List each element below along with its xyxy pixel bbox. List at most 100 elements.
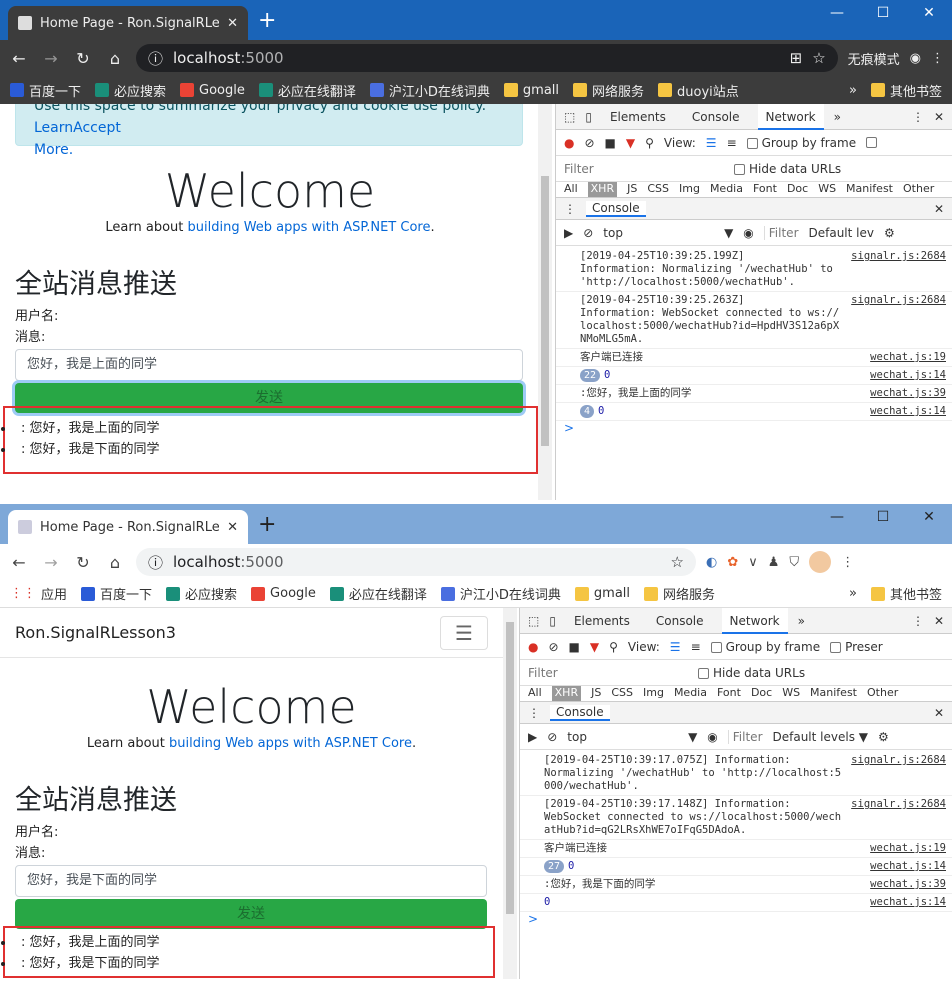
browser-tab[interactable]: Home Page - Ron.SignalRLesson3 ✕: [8, 510, 248, 544]
bookmark-apps[interactable]: ⋮⋮ 应用: [10, 584, 67, 603]
hide-data-urls[interactable]: Hide data URLs: [734, 162, 841, 176]
translate-icon[interactable]: ⊞: [790, 49, 803, 67]
bookmark-item[interactable]: 必应搜索: [166, 584, 237, 603]
bookmark-item[interactable]: duoyi站点: [658, 81, 739, 100]
minimize-button[interactable]: —: [814, 504, 860, 530]
clear-icon[interactable]: ⊘: [584, 136, 594, 150]
hamburger-menu-icon[interactable]: ☰: [440, 615, 488, 650]
filter-type-all[interactable]: All: [564, 182, 578, 197]
other-bookmarks[interactable]: 其他书签: [870, 584, 942, 603]
kebab-icon[interactable]: ⋮: [912, 110, 924, 124]
hide-data-urls[interactable]: Hide data URLs: [698, 666, 805, 680]
message-input[interactable]: 您好，我是上面的同学: [15, 349, 523, 381]
reload-icon[interactable]: ↻: [72, 49, 94, 68]
back-icon[interactable]: ←: [8, 553, 30, 572]
record-icon[interactable]: ●: [564, 136, 574, 150]
info-icon[interactable]: ⓘ: [148, 48, 163, 69]
log-source-link[interactable]: wechat.js:19: [870, 842, 946, 855]
log-source-link[interactable]: wechat.js:14: [870, 369, 946, 382]
aspnet-link[interactable]: building Web apps with ASP.NET Core: [188, 220, 431, 235]
filter-type-media[interactable]: Media: [674, 686, 707, 701]
bookmark-item[interactable]: 必应搜索: [95, 81, 166, 100]
clear-icon[interactable]: ⊘: [548, 640, 558, 654]
chevron-right-icon[interactable]: »: [849, 83, 857, 98]
drawer-menu-icon[interactable]: ⋮: [564, 202, 576, 216]
console-prompt[interactable]: >: [556, 421, 952, 435]
tab-elements[interactable]: Elements: [602, 104, 674, 130]
levels-select[interactable]: Default levels ▼: [773, 730, 869, 744]
log-source-link[interactable]: signalr.js:2684: [851, 250, 946, 289]
omnibox[interactable]: ⓘ localhost:5000 ☆: [136, 548, 696, 576]
waterfall-icon[interactable]: ≡: [691, 640, 701, 654]
filter-type-img[interactable]: Img: [643, 686, 664, 701]
send-button[interactable]: 发送: [15, 899, 487, 929]
other-bookmarks[interactable]: 其他书签: [870, 81, 942, 100]
avatar[interactable]: [809, 551, 832, 573]
log-source-link[interactable]: signalr.js:2684: [851, 754, 946, 793]
bookmark-item[interactable]: 网络服务: [644, 584, 715, 603]
preserve-log[interactable]: Preser: [830, 640, 883, 654]
search-icon[interactable]: ⚲: [645, 136, 654, 150]
maximize-button[interactable]: ☐: [860, 504, 906, 530]
tab-console-drawer[interactable]: Console: [550, 704, 610, 721]
bookmark-item[interactable]: 必应在线翻译: [329, 584, 427, 603]
filter-type-all[interactable]: All: [528, 686, 542, 701]
list-view-icon[interactable]: ☰: [706, 136, 717, 150]
preserve-log-checkbox[interactable]: [866, 137, 878, 148]
sidebar-icon[interactable]: ▶: [564, 226, 573, 240]
menu-icon[interactable]: ⋮: [841, 555, 854, 570]
reload-icon[interactable]: ↻: [72, 553, 94, 572]
filter-type-manifest[interactable]: Manifest: [810, 686, 857, 701]
device-icon[interactable]: ▯: [549, 614, 556, 628]
close-tab-icon[interactable]: ✕: [227, 16, 238, 31]
filter-type-img[interactable]: Img: [679, 182, 700, 197]
aspnet-link[interactable]: building Web apps with ASP.NET Core: [169, 736, 412, 751]
bookmark-item[interactable]: 必应在线翻译: [258, 81, 356, 100]
settings-icon[interactable]: ⚙: [884, 226, 895, 240]
info-icon[interactable]: ⓘ: [148, 552, 163, 573]
filter-type-media[interactable]: Media: [710, 182, 743, 197]
filter-icon[interactable]: ▼: [590, 640, 599, 654]
group-by-frame[interactable]: Group by frame: [710, 640, 820, 654]
filter-icon[interactable]: ▼: [626, 136, 635, 150]
clear-console-icon[interactable]: ⊘: [583, 226, 593, 240]
console-prompt[interactable]: >: [520, 912, 952, 926]
tab-console[interactable]: Console: [684, 104, 748, 130]
filter-type-other[interactable]: Other: [867, 686, 898, 701]
more-link[interactable]: More.: [34, 142, 73, 158]
filter-type-doc[interactable]: Doc: [751, 686, 772, 701]
log-source-link[interactable]: signalr.js:2684: [851, 798, 946, 837]
filter-type-doc[interactable]: Doc: [787, 182, 808, 197]
close-drawer-icon[interactable]: ✕: [934, 202, 944, 216]
filter-type-xhr[interactable]: XHR: [587, 182, 618, 197]
learn-link[interactable]: Learn: [34, 120, 73, 136]
filter-type-manifest[interactable]: Manifest: [846, 182, 893, 197]
camera-icon[interactable]: ■: [605, 136, 616, 150]
forward-icon[interactable]: →: [40, 49, 62, 68]
clear-console-icon[interactable]: ⊘: [547, 730, 557, 744]
bookmark-item[interactable]: 沪江小D在线词典: [369, 81, 490, 100]
filter-type-js[interactable]: JS: [627, 182, 637, 197]
bookmark-item[interactable]: gmall: [574, 586, 630, 601]
log-source-link[interactable]: wechat.js:39: [870, 387, 946, 400]
group-by-frame[interactable]: Group by frame: [746, 136, 856, 150]
more-tabs-icon[interactable]: »: [798, 614, 805, 628]
page-scrollbar[interactable]: [538, 104, 552, 500]
filter-type-other[interactable]: Other: [903, 182, 934, 197]
star-icon[interactable]: ☆: [812, 49, 825, 67]
close-window-button[interactable]: ✕: [906, 504, 952, 530]
waterfall-icon[interactable]: ≡: [727, 136, 737, 150]
bookmark-item[interactable]: Google: [251, 586, 316, 601]
device-icon[interactable]: ▯: [585, 110, 592, 124]
maximize-button[interactable]: ☐: [860, 0, 906, 26]
inspect-icon[interactable]: ⬚: [528, 614, 539, 628]
filter-type-font[interactable]: Font: [717, 686, 741, 701]
close-devtools-icon[interactable]: ✕: [934, 614, 944, 628]
omnibox[interactable]: ⓘ localhost:5000 ⊞ ☆: [136, 44, 838, 72]
filter-type-ws[interactable]: WS: [782, 686, 800, 701]
tab-network[interactable]: Network: [721, 608, 788, 634]
filter-input[interactable]: Filter: [564, 162, 724, 176]
drawer-menu-icon[interactable]: ⋮: [528, 706, 540, 720]
extension-icon[interactable]: ⛉: [789, 555, 799, 570]
camera-icon[interactable]: ■: [569, 640, 580, 654]
